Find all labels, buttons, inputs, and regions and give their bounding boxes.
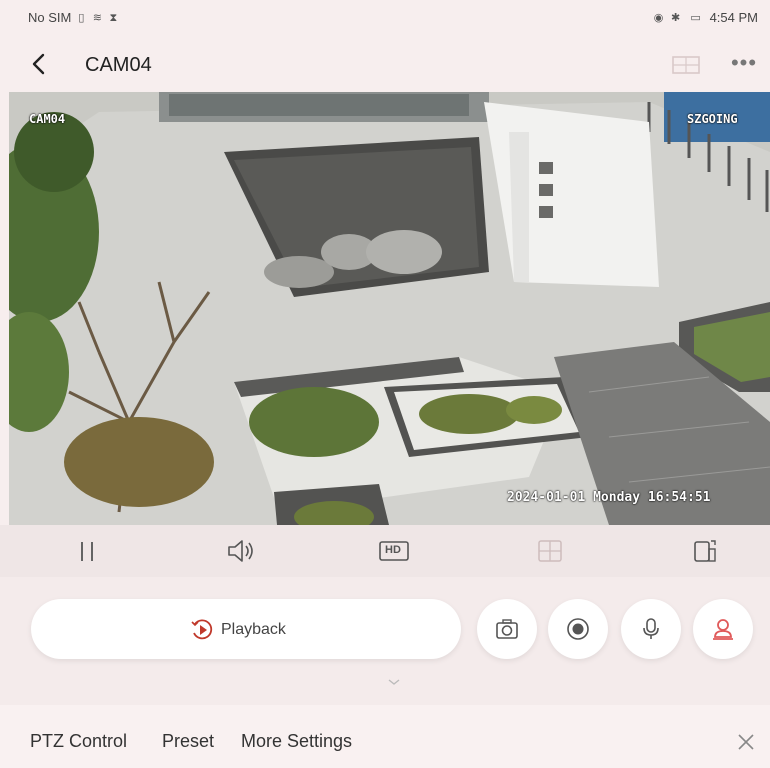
split-view-button[interactable] (535, 537, 565, 565)
rotate-screen-button[interactable] (690, 537, 720, 565)
settings-tabs: PTZ Control Preset More Settings (0, 705, 770, 768)
person-detect-button[interactable] (693, 599, 753, 659)
camera-video-feed[interactable]: CAM04 SZGOING 2024-01-01 Monday 16:54:51 (9, 92, 770, 525)
hd-label: HD (385, 544, 401, 556)
action-panel: Playback (0, 577, 770, 705)
osd-brand: SZGOING (687, 112, 738, 126)
bluetooth-icon: ✱ (670, 11, 681, 24)
playback-label: Playback (221, 621, 286, 638)
back-arrow-icon (32, 53, 45, 75)
chevron-down-icon (388, 679, 400, 685)
video-control-bar: HD (0, 525, 770, 577)
wifi-icon: ≋ (92, 11, 102, 24)
microphone-icon (643, 618, 659, 639)
camera-snapshot-icon (496, 619, 518, 639)
osd-camera-name: CAM04 (29, 112, 66, 126)
pause-button[interactable] (72, 537, 102, 565)
playback-button[interactable]: Playback (31, 599, 461, 659)
snapshot-button[interactable] (477, 599, 537, 659)
eye-icon: ◉ (653, 11, 664, 24)
person-icon (713, 619, 733, 640)
battery-icon: ▭ (690, 11, 701, 24)
camera-scene-image (9, 92, 770, 525)
more-options-button[interactable]: ••• (724, 50, 764, 75)
tab-preset[interactable]: Preset (162, 731, 214, 752)
status-bar: No SIM ▯ ≋ ⧗ ◉ ✱ ▭ 4:54 PM (0, 0, 770, 36)
top-app-bar: CAM04 ••• (0, 36, 770, 92)
carrier-text: No SIM (28, 10, 72, 25)
playback-icon (191, 619, 213, 640)
sim-icon: ▯ (78, 11, 85, 24)
hourglass-icon: ⧗ (109, 11, 118, 24)
record-icon (567, 618, 589, 640)
clock-text: 4:54 PM (709, 10, 758, 25)
close-icon (738, 734, 754, 750)
hd-quality-button[interactable]: HD (378, 537, 412, 565)
speaker-icon (228, 540, 253, 562)
rotate-screen-icon (694, 540, 716, 562)
pause-icon (81, 542, 93, 561)
close-panel-button[interactable] (736, 732, 756, 752)
expand-panel-button[interactable] (386, 675, 402, 687)
tab-more-settings[interactable]: More Settings (241, 731, 352, 752)
grid-icon (538, 540, 562, 562)
audio-toggle-button[interactable] (225, 537, 255, 565)
page-title: CAM04 (85, 54, 152, 76)
talk-button[interactable] (621, 599, 681, 659)
record-button[interactable] (548, 599, 608, 659)
back-button[interactable] (26, 50, 54, 78)
osd-timestamp: 2024-01-01 Monday 16:54:51 (507, 490, 711, 505)
multi-view-button[interactable] (670, 54, 704, 76)
tab-ptz-control[interactable]: PTZ Control (30, 731, 127, 752)
multi-view-icon (672, 56, 700, 74)
